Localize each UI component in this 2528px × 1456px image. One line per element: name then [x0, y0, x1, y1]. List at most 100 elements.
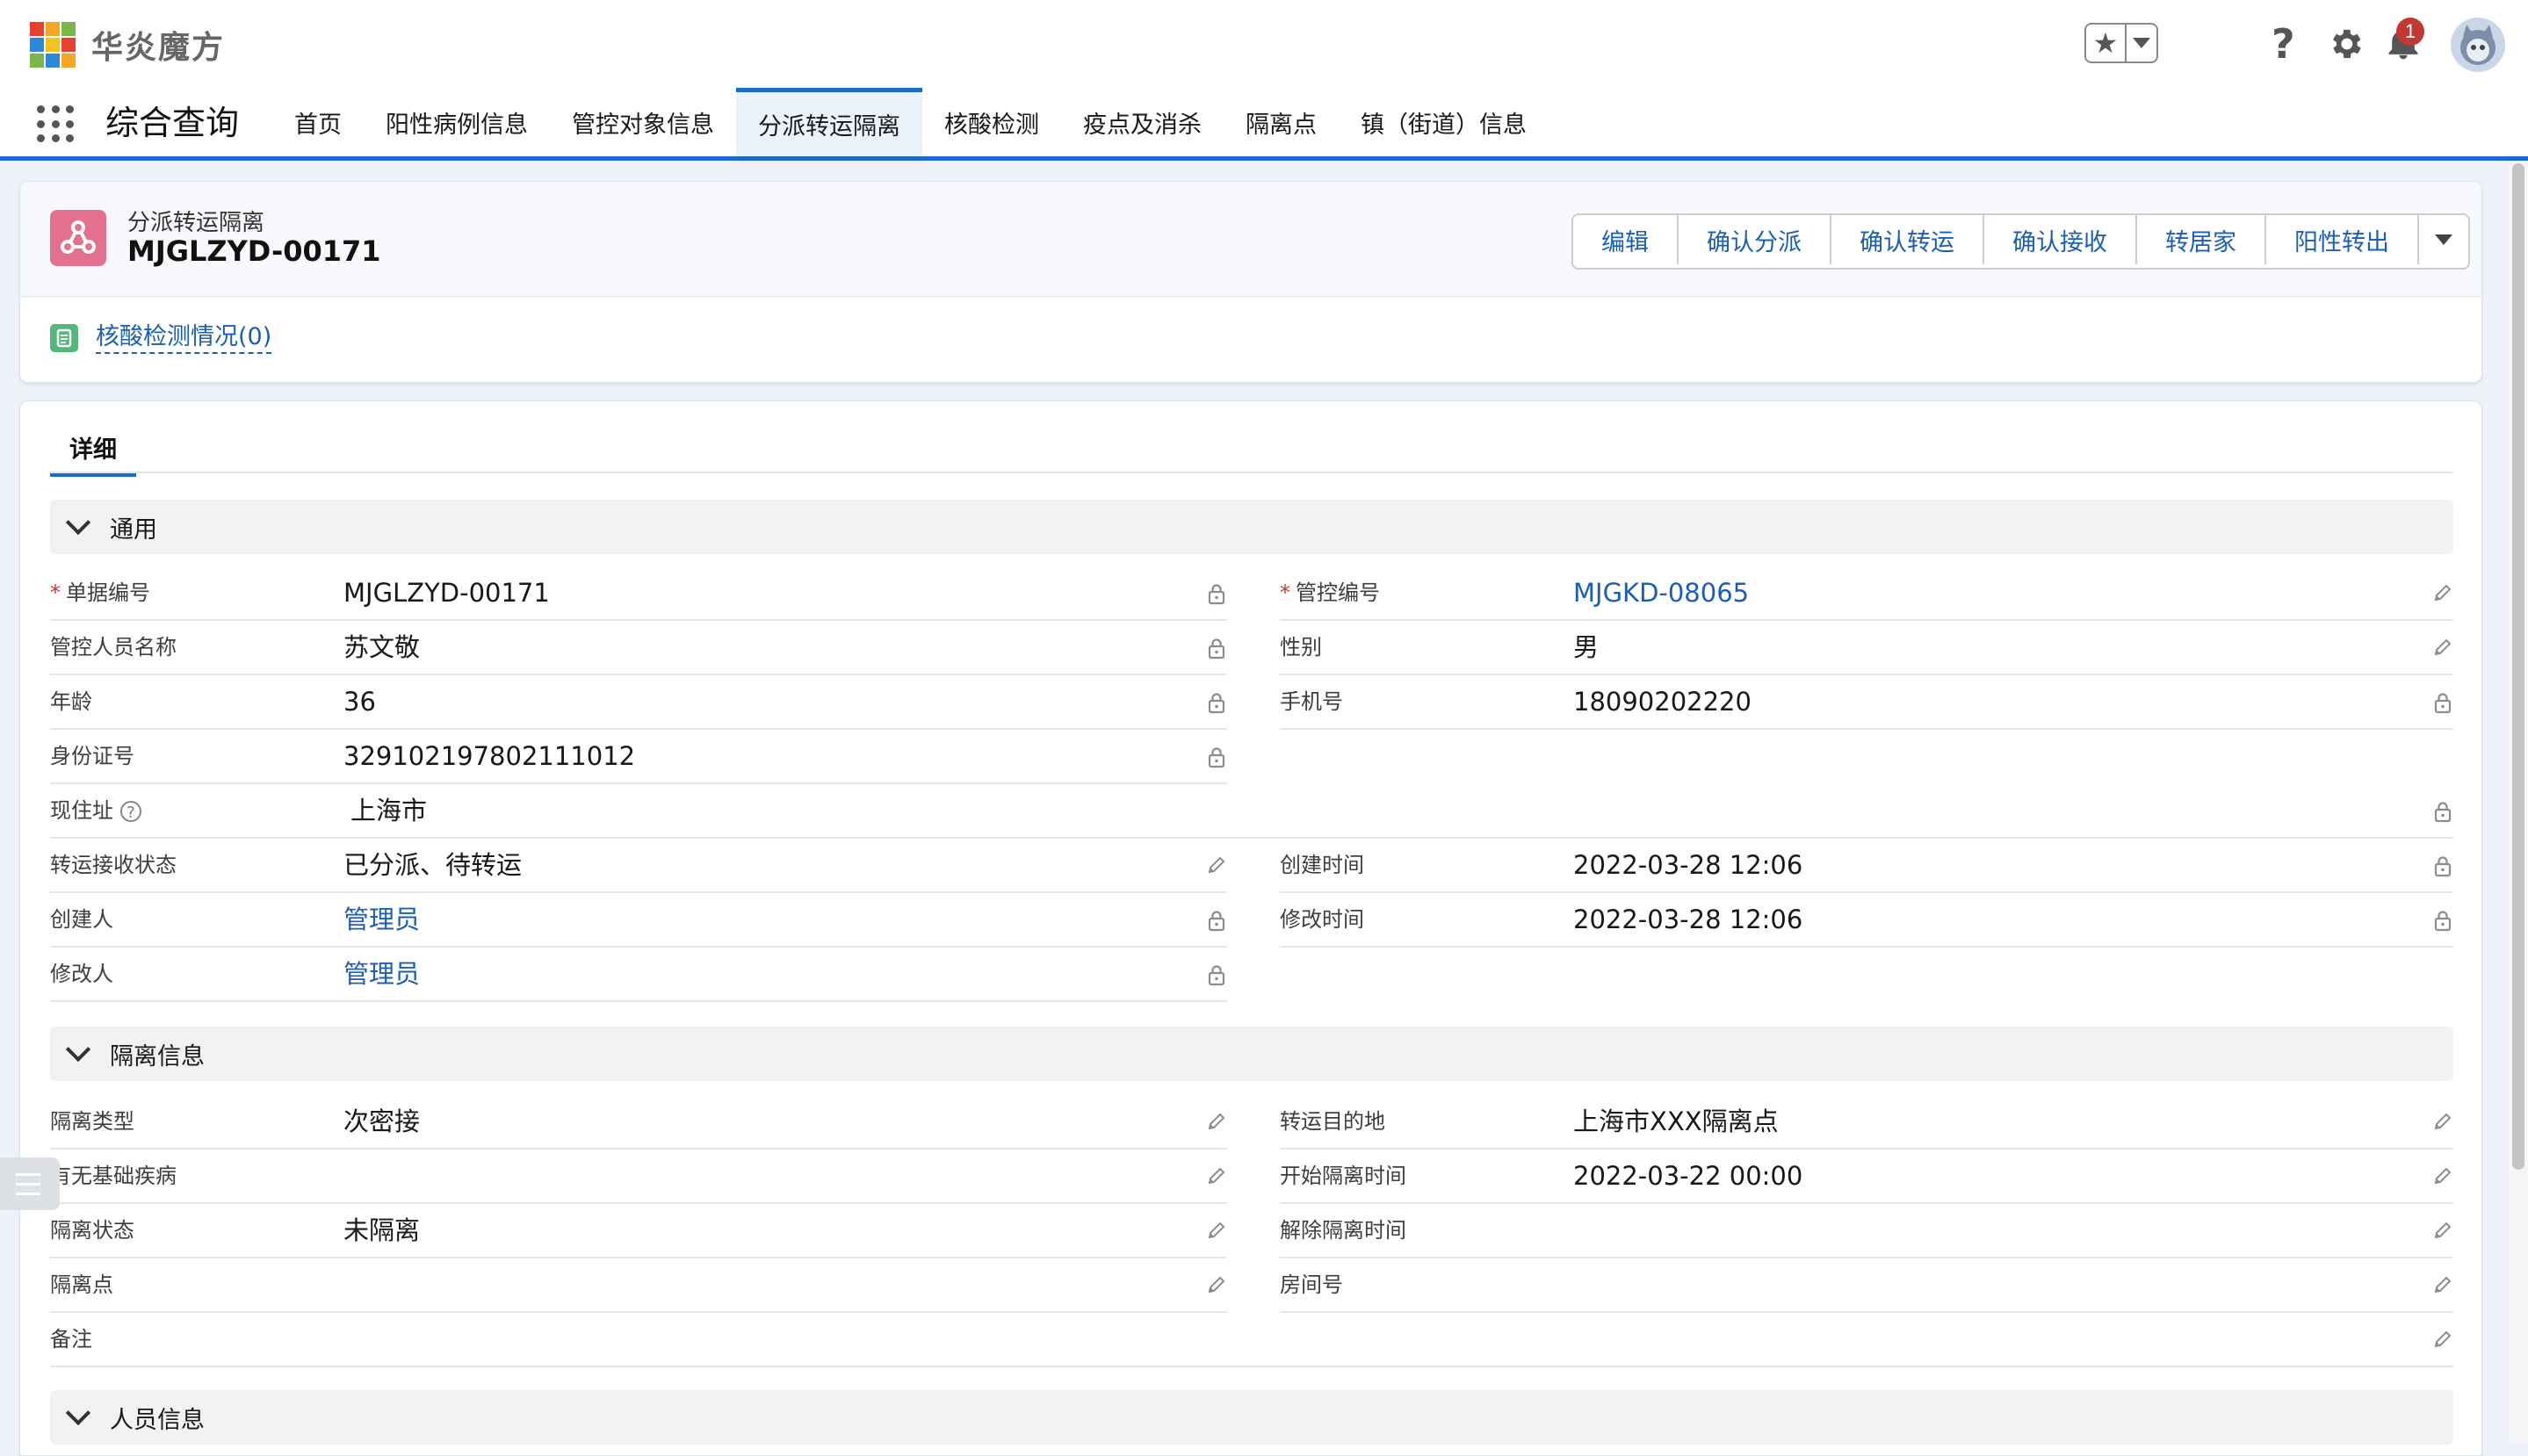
nav-tab-control-targets[interactable]: 管控对象信息 [550, 88, 736, 156]
field-value: 18090202220 [1573, 687, 1752, 717]
field-label: 有无基础疾病 [50, 1164, 177, 1188]
nav-tab-nucleic-test[interactable]: 核酸检测 [922, 88, 1061, 156]
nav-tabs: 首页 阳性病例信息 管控对象信息 分派转运隔离 核酸检测 疫点及消杀 隔离点 镇… [272, 88, 1549, 156]
lock-icon [1208, 638, 1225, 660]
record-type-label: 分派转运隔离 [127, 210, 265, 236]
field-underlying-disease: 有无基础疾病 [50, 1150, 1227, 1204]
field-value: 未隔离 [343, 1215, 421, 1245]
info-icon[interactable]: ? [120, 801, 141, 822]
related-list-label[interactable]: 核酸检测情况(0) [96, 322, 272, 354]
nav-tab-home[interactable]: 首页 [272, 88, 364, 156]
field-value: 苏文敬 [343, 632, 421, 662]
app-nav-bar: 综合查询 首页 阳性病例信息 管控对象信息 分派转运隔离 核酸检测 疫点及消杀 … [0, 88, 2528, 161]
pencil-icon[interactable] [2432, 637, 2453, 660]
field-label: 备注 [50, 1327, 92, 1351]
field-label: 转运目的地 [1280, 1109, 1385, 1134]
section-general[interactable]: 通用 [50, 500, 2453, 554]
field-room-no: 房间号 [1280, 1258, 2453, 1313]
field-label: 创建时间 [1280, 853, 1364, 877]
chevron-down-icon [65, 509, 91, 536]
to-home-button[interactable]: 转居家 [2137, 215, 2266, 264]
pencil-icon[interactable] [2432, 1165, 2453, 1188]
app-name: 综合查询 [105, 104, 240, 142]
lock-icon [1208, 693, 1225, 714]
field-label: 性别 [1280, 635, 1322, 660]
confirm-transfer-button[interactable]: 确认转运 [1831, 215, 1984, 264]
field-doc-no: * 单据编号 MJGLZYD-00171 [50, 566, 1227, 621]
field-value: 上海市XXX隔离点 [1573, 1106, 1779, 1136]
pencil-icon[interactable] [1206, 1165, 1227, 1188]
required-marker: * [50, 580, 61, 605]
field-label: 现住址 [50, 798, 113, 823]
section-personnel[interactable]: 人员信息 [50, 1390, 2453, 1445]
field-value: MJGLZYD-00171 [343, 578, 550, 608]
favorites-dropdown[interactable] [2127, 25, 2156, 61]
help-icon[interactable]: ? [2272, 19, 2295, 68]
field-label: 房间号 [1280, 1272, 1343, 1297]
field-label: 隔离点 [50, 1272, 113, 1297]
field-age: 年龄 36 [50, 675, 1227, 730]
field-address: 现住址? 上海市 [50, 784, 2453, 839]
pencil-icon[interactable] [2432, 1329, 2453, 1351]
section-label: 隔离信息 [110, 1042, 205, 1070]
app-launcher-icon[interactable] [37, 105, 76, 144]
avatar[interactable] [2451, 18, 2505, 72]
lock-icon [2434, 911, 2452, 932]
pencil-icon[interactable] [1206, 1274, 1227, 1297]
field-modified-time: 修改时间 2022-03-28 12:06 [1280, 893, 2453, 948]
field-label: 修改时间 [1280, 907, 1364, 932]
nav-tab-dispatch-transfer[interactable]: 分派转运隔离 [736, 88, 922, 156]
edit-button[interactable]: 编辑 [1573, 215, 1679, 264]
field-label: 修改人 [50, 962, 113, 986]
pencil-icon[interactable] [1206, 854, 1227, 877]
lock-icon [2434, 856, 2452, 877]
tab-details[interactable]: 详细 [50, 422, 136, 477]
field-value: 次密接 [343, 1106, 421, 1136]
field-phone: 手机号 18090202220 [1280, 675, 2453, 730]
pencil-icon[interactable] [2432, 1220, 2453, 1243]
lock-icon [2434, 802, 2452, 823]
confirm-dispatch-button[interactable]: 确认分派 [1679, 215, 1831, 264]
record-type-icon [50, 210, 106, 266]
brand-logo[interactable]: 华炎魔方 [30, 21, 225, 68]
modifier-link[interactable]: 管理员 [343, 958, 420, 990]
field-label: 管控编号 [1296, 580, 1380, 605]
pencil-icon[interactable] [2432, 1111, 2453, 1134]
scrollbar-thumb[interactable] [2512, 163, 2524, 1170]
field-label: 身份证号 [50, 744, 134, 768]
lock-icon [2434, 693, 2452, 714]
field-remark: 备注 [50, 1313, 2453, 1367]
record-header-card: 分派转运隔离 MJGLZYD-00171 编辑 确认分派 确认转运 确认接收 转… [19, 181, 2482, 383]
pencil-icon[interactable] [1206, 1111, 1227, 1134]
creator-link[interactable]: 管理员 [343, 904, 420, 935]
nav-tab-epidemic-points[interactable]: 疫点及消杀 [1061, 88, 1224, 156]
chevron-down-icon [2435, 234, 2452, 245]
field-label: 手机号 [1280, 689, 1343, 714]
field-label: 开始隔离时间 [1280, 1164, 1406, 1188]
more-actions-button[interactable] [2419, 215, 2468, 264]
control-no-link[interactable]: MJGKD-08065 [1573, 577, 1749, 609]
field-value: 2022-03-28 12:06 [1573, 905, 1803, 934]
favorites-button[interactable]: ★ [2084, 23, 2158, 63]
detail-card: 详细 通用 * 单据编号 MJGLZYD-00171 * 管控编号 MJGKD-08… [19, 400, 2482, 1456]
gear-icon[interactable] [2326, 25, 2365, 63]
field-value: 2022-03-28 12:06 [1573, 850, 1803, 880]
field-label: 单据编号 [66, 580, 150, 605]
field-label: 隔离状态 [50, 1218, 134, 1243]
section-isolation[interactable]: 隔离信息 [50, 1027, 2453, 1081]
positive-transfer-out-button[interactable]: 阳性转出 [2266, 215, 2419, 264]
pencil-icon[interactable] [2432, 582, 2453, 605]
pencil-icon[interactable] [1206, 1220, 1227, 1243]
pencil-icon[interactable] [2432, 1274, 2453, 1297]
notification-badge: 1 [2396, 18, 2424, 46]
nav-tab-towns[interactable]: 镇（街道）信息 [1339, 88, 1549, 156]
field-value: 36 [343, 687, 376, 717]
nav-tab-isolation-sites[interactable]: 隔离点 [1224, 88, 1339, 156]
related-list-link[interactable]: 核酸检测情况(0) [50, 322, 272, 354]
nav-tab-positive-cases[interactable]: 阳性病例信息 [364, 88, 550, 156]
confirm-receive-button[interactable]: 确认接收 [1984, 215, 2137, 264]
sidebar-toggle-button[interactable] [0, 1157, 60, 1210]
section-label: 人员信息 [110, 1406, 205, 1434]
global-header: 华炎魔方 ★ ? 1 [0, 0, 2528, 88]
field-label: 解除隔离时间 [1280, 1218, 1406, 1243]
